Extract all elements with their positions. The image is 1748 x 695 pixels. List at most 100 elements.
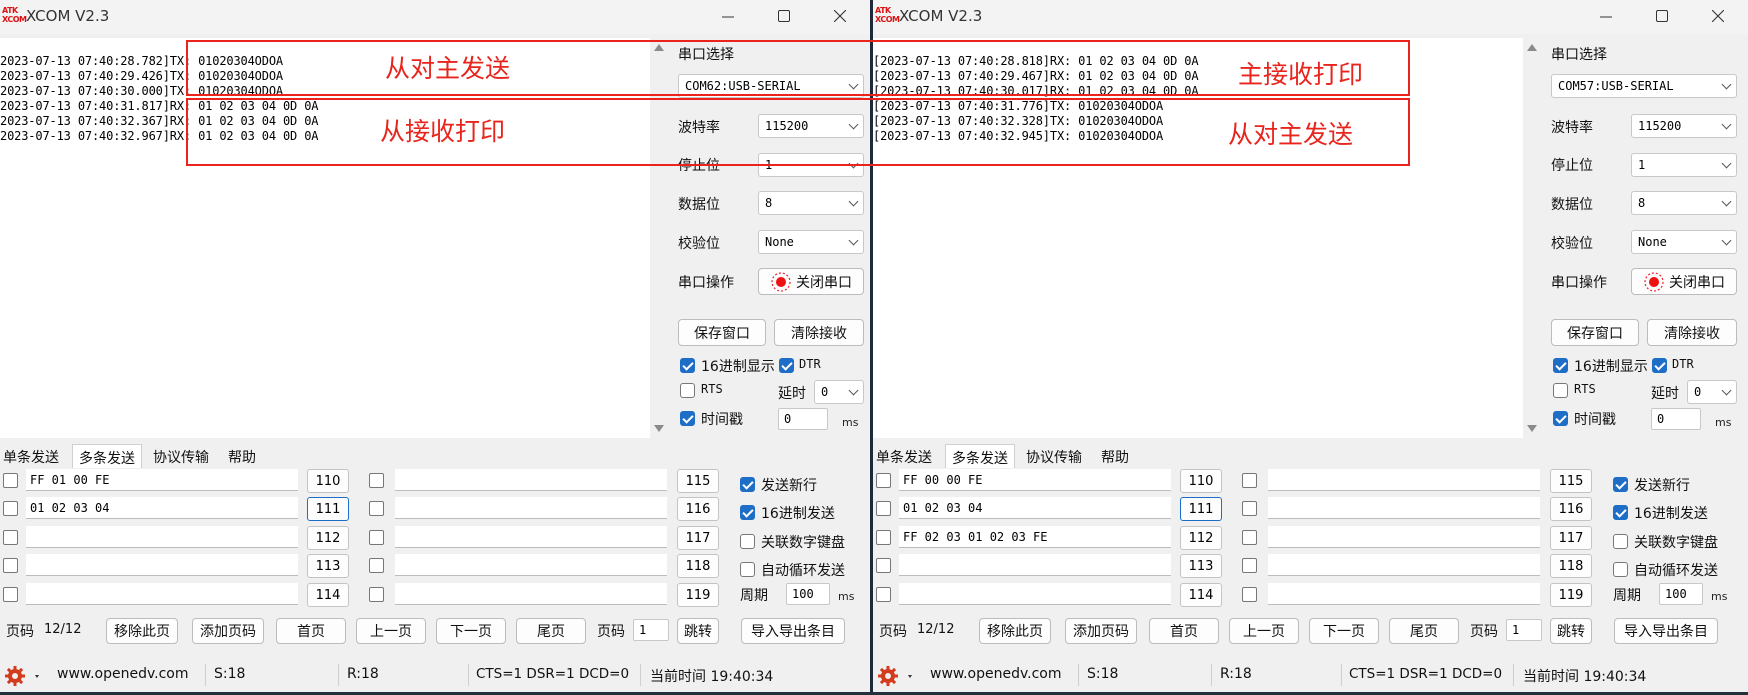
tab-1[interactable]: 多条发送 xyxy=(945,444,1015,468)
multi-send-button[interactable]: 112 xyxy=(307,526,349,550)
multi-send-field[interactable] xyxy=(1268,526,1540,548)
rts-checkbox[interactable] xyxy=(680,383,695,398)
multi-send-field[interactable] xyxy=(899,554,1171,576)
multi-send-checkbox[interactable] xyxy=(369,587,384,602)
send-newline-checkbox[interactable] xyxy=(740,477,755,492)
page-input[interactable]: 1 xyxy=(633,619,669,641)
multi-send-button[interactable]: 115 xyxy=(1550,469,1592,493)
website-link[interactable]: www.openedv.com xyxy=(930,666,1062,682)
gear-icon[interactable] xyxy=(878,666,914,690)
maximize-button[interactable] xyxy=(1634,0,1690,32)
multi-send-field[interactable] xyxy=(395,554,667,576)
multi-send-checkbox[interactable] xyxy=(369,473,384,488)
multi-send-checkbox[interactable] xyxy=(876,530,891,545)
save-window-button[interactable]: 保存窗口 xyxy=(1551,319,1639,346)
next-page-button[interactable]: 下一页 xyxy=(1309,618,1379,644)
multi-send-checkbox[interactable] xyxy=(1242,473,1257,488)
multi-send-field[interactable]: FF 02 03 01 02 03 FE xyxy=(899,526,1171,548)
hex-display-checkbox[interactable] xyxy=(1553,358,1568,373)
multi-send-checkbox[interactable] xyxy=(3,558,18,573)
data-bits-select[interactable]: 8 xyxy=(758,191,864,215)
link-keypad-checkbox[interactable] xyxy=(1613,534,1628,549)
multi-send-field[interactable]: 01 02 03 04 xyxy=(26,497,298,519)
hex-display-checkbox[interactable] xyxy=(680,358,695,373)
multi-send-button[interactable]: 114 xyxy=(307,583,349,607)
timestamp-checkbox[interactable] xyxy=(680,411,695,426)
port-select[interactable]: COM57:USB-SERIAL xyxy=(1551,74,1737,98)
multi-send-field[interactable] xyxy=(395,497,667,519)
close-port-button[interactable]: 关闭串口 xyxy=(1631,268,1737,295)
first-page-button[interactable]: 首页 xyxy=(1149,618,1219,644)
last-page-button[interactable]: 尾页 xyxy=(1389,618,1459,644)
delay-select[interactable]: 0 xyxy=(1687,380,1737,404)
auto-loop-checkbox[interactable] xyxy=(1613,562,1628,577)
clear-receive-button[interactable]: 清除接收 xyxy=(774,319,864,346)
prev-page-button[interactable]: 上一页 xyxy=(1229,618,1299,644)
multi-send-button[interactable]: 113 xyxy=(1180,554,1222,578)
data-bits-select[interactable]: 8 xyxy=(1631,191,1737,215)
multi-send-button[interactable]: 111 xyxy=(1180,497,1222,521)
multi-send-button[interactable]: 118 xyxy=(1550,554,1592,578)
multi-send-button[interactable]: 117 xyxy=(677,526,719,550)
multi-send-field[interactable] xyxy=(1268,469,1540,491)
multi-send-checkbox[interactable] xyxy=(1242,530,1257,545)
parity-select[interactable]: None xyxy=(1631,230,1737,254)
next-page-button[interactable]: 下一页 xyxy=(436,618,506,644)
multi-send-button[interactable]: 116 xyxy=(1550,497,1592,521)
multi-send-button[interactable]: 110 xyxy=(307,469,349,493)
minimize-button[interactable] xyxy=(700,0,756,32)
multi-send-field[interactable] xyxy=(1268,497,1540,519)
import-export-button[interactable]: 导入导出条目 xyxy=(1614,618,1718,644)
tab-1[interactable]: 多条发送 xyxy=(72,444,142,468)
multi-send-field[interactable] xyxy=(395,469,667,491)
scroll-down-icon[interactable] xyxy=(1527,425,1537,432)
multi-send-checkbox[interactable] xyxy=(369,558,384,573)
multi-send-field[interactable]: 01 02 03 04 xyxy=(899,497,1171,519)
stop-bits-select[interactable]: 1 xyxy=(1631,153,1737,177)
multi-send-checkbox[interactable] xyxy=(369,501,384,516)
auto-loop-checkbox[interactable] xyxy=(740,562,755,577)
multi-send-checkbox[interactable] xyxy=(3,530,18,545)
multi-send-field[interactable]: FF 01 00 FE xyxy=(26,469,298,491)
multi-send-field[interactable] xyxy=(26,583,298,605)
parity-select[interactable]: None xyxy=(758,230,864,254)
multi-send-field[interactable] xyxy=(899,583,1171,605)
multi-send-checkbox[interactable] xyxy=(1242,558,1257,573)
jump-button[interactable]: 跳转 xyxy=(677,618,719,644)
link-keypad-checkbox[interactable] xyxy=(740,534,755,549)
multi-send-checkbox[interactable] xyxy=(876,558,891,573)
dtr-checkbox[interactable] xyxy=(779,358,794,373)
save-window-button[interactable]: 保存窗口 xyxy=(678,319,766,346)
multi-send-field[interactable] xyxy=(1268,554,1540,576)
last-page-button[interactable]: 尾页 xyxy=(516,618,586,644)
website-link[interactable]: www.openedv.com xyxy=(57,666,189,682)
tab-3[interactable]: 帮助 xyxy=(222,444,262,468)
multi-send-button[interactable]: 113 xyxy=(307,554,349,578)
multi-send-checkbox[interactable] xyxy=(3,587,18,602)
hex-send-checkbox[interactable] xyxy=(740,505,755,520)
tab-0[interactable]: 单条发送 xyxy=(873,444,935,468)
jump-button[interactable]: 跳转 xyxy=(1550,618,1592,644)
multi-send-button[interactable]: 119 xyxy=(1550,583,1592,607)
close-port-button[interactable]: 关闭串口 xyxy=(758,268,864,295)
close-button[interactable] xyxy=(812,0,868,32)
remove-page-button[interactable]: 移除此页 xyxy=(979,618,1051,644)
multi-send-checkbox[interactable] xyxy=(3,473,18,488)
scroll-down-icon[interactable] xyxy=(654,425,664,432)
multi-send-field[interactable] xyxy=(26,554,298,576)
multi-send-button[interactable]: 117 xyxy=(1550,526,1592,550)
multi-send-field[interactable] xyxy=(1268,583,1540,605)
multi-send-button[interactable]: 110 xyxy=(1180,469,1222,493)
multi-send-field[interactable]: FF 00 00 FE xyxy=(899,469,1171,491)
multi-send-checkbox[interactable] xyxy=(876,473,891,488)
close-button[interactable] xyxy=(1690,0,1746,32)
page-input[interactable]: 1 xyxy=(1506,619,1542,641)
tab-0[interactable]: 单条发送 xyxy=(0,444,62,468)
scroll-up-icon[interactable] xyxy=(1527,44,1537,51)
gear-icon[interactable] xyxy=(5,666,41,690)
multi-send-field[interactable] xyxy=(26,526,298,548)
baud-rate-select[interactable]: 115200 xyxy=(1631,114,1737,138)
minimize-button[interactable] xyxy=(1578,0,1634,32)
rts-checkbox[interactable] xyxy=(1553,383,1568,398)
multi-send-button[interactable]: 118 xyxy=(677,554,719,578)
